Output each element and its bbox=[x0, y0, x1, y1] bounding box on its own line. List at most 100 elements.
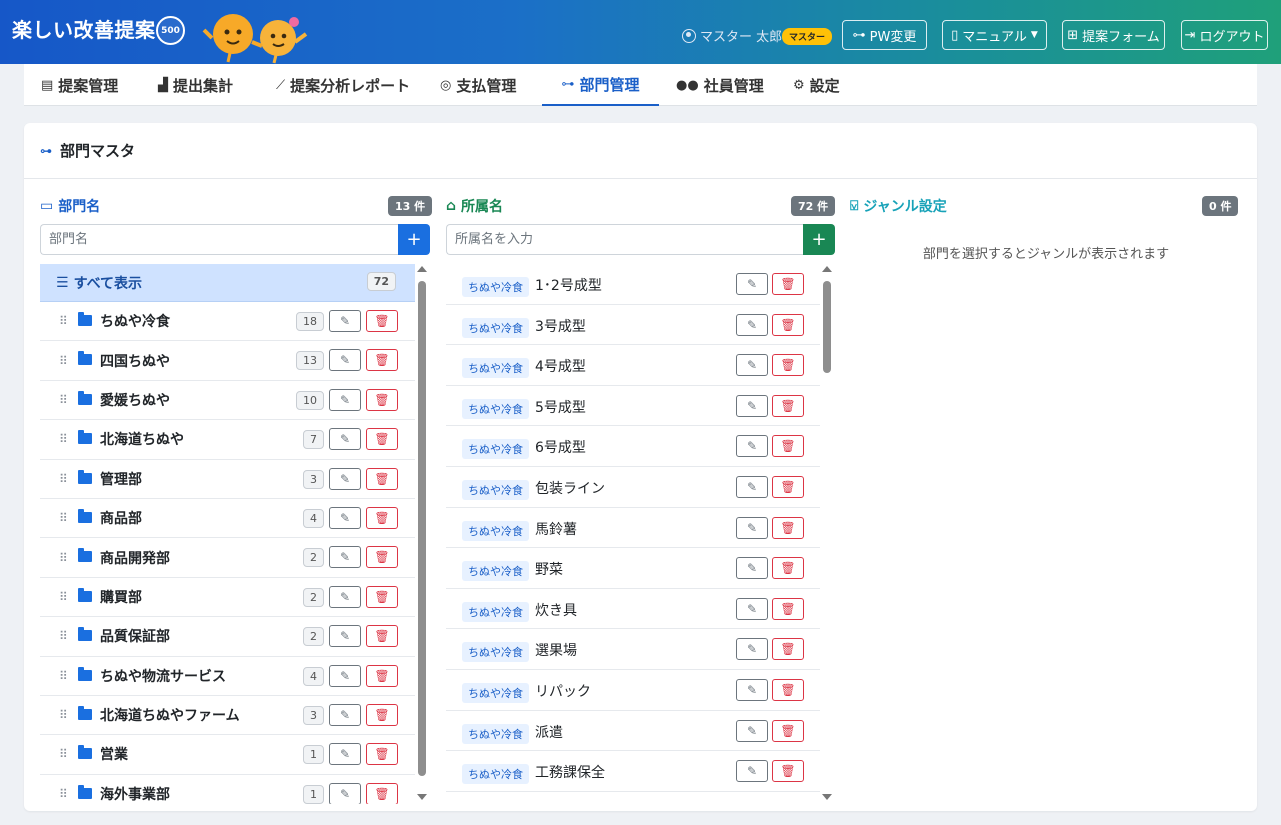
drag-handle-icon[interactable]: ⠿ bbox=[59, 314, 68, 328]
tab-submission-summary[interactable]: ▟ 提出集計 bbox=[158, 64, 233, 106]
drag-handle-icon[interactable]: ⠿ bbox=[59, 590, 68, 604]
edit-affiliation-button[interactable]: ✎ bbox=[736, 354, 768, 377]
delete-department-button[interactable]: 🗑 bbox=[366, 506, 398, 529]
edit-affiliation-button[interactable]: ✎ bbox=[736, 273, 768, 295]
delete-department-button[interactable]: 🗑 bbox=[366, 388, 398, 411]
affiliation-row[interactable]: ちぬや冷食 工務課保全 ✎ 🗑 bbox=[446, 751, 820, 792]
add-department-button[interactable]: + bbox=[398, 224, 430, 255]
affiliation-row[interactable]: ちぬや冷食 5号成型 ✎ 🗑 bbox=[446, 386, 820, 427]
delete-affiliation-button[interactable]: 🗑 bbox=[772, 678, 804, 701]
delete-department-button[interactable]: 🗑 bbox=[366, 703, 398, 726]
department-name-input[interactable] bbox=[40, 224, 398, 255]
edit-affiliation-button[interactable]: ✎ bbox=[736, 638, 768, 661]
department-row[interactable]: ⠿ 北海道ちぬや 7 ✎ 🗑 bbox=[40, 420, 415, 460]
edit-department-button[interactable]: ✎ bbox=[329, 664, 361, 687]
delete-department-button[interactable]: 🗑 bbox=[366, 743, 398, 766]
proposal-form-button[interactable]: ⊞ 提案フォーム bbox=[1062, 20, 1165, 50]
delete-department-button[interactable]: 🗑 bbox=[366, 349, 398, 372]
delete-department-button[interactable]: 🗑 bbox=[366, 664, 398, 687]
edit-affiliation-button[interactable]: ✎ bbox=[736, 719, 768, 742]
drag-handle-icon[interactable]: ⠿ bbox=[59, 472, 68, 486]
department-row[interactable]: ⠿ 商品開発部 2 ✎ 🗑 bbox=[40, 538, 415, 578]
affiliation-row[interactable]: ちぬや冷食 包装ライン ✎ 🗑 bbox=[446, 467, 820, 508]
affiliation-row[interactable]: ちぬや冷食 3号成型 ✎ 🗑 bbox=[446, 305, 820, 346]
edit-affiliation-button[interactable]: ✎ bbox=[736, 516, 768, 539]
edit-department-button[interactable]: ✎ bbox=[329, 782, 361, 804]
edit-department-button[interactable]: ✎ bbox=[329, 546, 361, 569]
edit-affiliation-button[interactable]: ✎ bbox=[736, 597, 768, 620]
department-row[interactable]: ⠿ 北海道ちぬやファーム 3 ✎ 🗑 bbox=[40, 696, 415, 736]
delete-affiliation-button[interactable]: 🗑 bbox=[772, 638, 804, 661]
edit-affiliation-button[interactable]: ✎ bbox=[736, 678, 768, 701]
edit-department-button[interactable]: ✎ bbox=[329, 703, 361, 726]
tab-employee-management[interactable]: ●● 社員管理 bbox=[676, 64, 764, 106]
delete-affiliation-button[interactable]: 🗑 bbox=[772, 313, 804, 336]
edit-department-button[interactable]: ✎ bbox=[329, 625, 361, 648]
edit-department-button[interactable]: ✎ bbox=[329, 388, 361, 411]
drag-handle-icon[interactable]: ⠿ bbox=[59, 551, 68, 565]
pw-change-button[interactable]: ⊶ PW変更 bbox=[842, 20, 927, 50]
tab-settings[interactable]: ⚙ 設定 bbox=[793, 64, 840, 106]
delete-affiliation-button[interactable]: 🗑 bbox=[772, 557, 804, 580]
department-row[interactable]: ⠿ 営業 1 ✎ 🗑 bbox=[40, 735, 415, 775]
add-affiliation-button[interactable]: + bbox=[803, 224, 835, 255]
edit-affiliation-button[interactable]: ✎ bbox=[736, 475, 768, 498]
delete-affiliation-button[interactable]: 🗑 bbox=[772, 435, 804, 458]
logout-button[interactable]: ⇥ ログアウト bbox=[1181, 20, 1268, 50]
tab-payment-management[interactable]: ◎ 支払管理 bbox=[440, 64, 516, 106]
delete-affiliation-button[interactable]: 🗑 bbox=[772, 394, 804, 417]
department-row[interactable]: ⠿ ちぬや冷食 18 ✎ 🗑 bbox=[40, 302, 415, 342]
department-list-scrollbar[interactable] bbox=[416, 264, 428, 804]
delete-affiliation-button[interactable]: 🗑 bbox=[772, 760, 804, 783]
drag-handle-icon[interactable]: ⠿ bbox=[59, 629, 68, 643]
delete-department-button[interactable]: 🗑 bbox=[366, 546, 398, 569]
drag-handle-icon[interactable]: ⠿ bbox=[59, 787, 68, 801]
department-row[interactable]: ⠿ 四国ちぬや 13 ✎ 🗑 bbox=[40, 341, 415, 381]
edit-department-button[interactable]: ✎ bbox=[329, 349, 361, 372]
affiliation-row[interactable]: ちぬや冷食 馬鈴薯 ✎ 🗑 bbox=[446, 508, 820, 549]
drag-handle-icon[interactable]: ⠿ bbox=[59, 393, 68, 407]
drag-handle-icon[interactable]: ⠿ bbox=[59, 432, 68, 446]
scroll-thumb[interactable] bbox=[418, 281, 426, 776]
drag-handle-icon[interactable]: ⠿ bbox=[59, 511, 68, 525]
delete-department-button[interactable]: 🗑 bbox=[366, 428, 398, 451]
delete-department-button[interactable]: 🗑 bbox=[366, 310, 398, 332]
delete-department-button[interactable]: 🗑 bbox=[366, 585, 398, 608]
department-row[interactable]: ⠿ 愛媛ちぬや 10 ✎ 🗑 bbox=[40, 381, 415, 421]
delete-affiliation-button[interactable]: 🗑 bbox=[772, 597, 804, 620]
delete-affiliation-button[interactable]: 🗑 bbox=[772, 719, 804, 742]
edit-department-button[interactable]: ✎ bbox=[329, 310, 361, 332]
edit-affiliation-button[interactable]: ✎ bbox=[736, 760, 768, 783]
tab-analysis-report[interactable]: ⟋ 提案分析レポート bbox=[276, 64, 410, 106]
delete-affiliation-button[interactable]: 🗑 bbox=[772, 475, 804, 498]
drag-handle-icon[interactable]: ⠿ bbox=[59, 708, 68, 722]
scroll-up-arrow[interactable] bbox=[822, 266, 832, 272]
scroll-down-arrow[interactable] bbox=[417, 794, 427, 800]
show-all-departments[interactable]: ☰ すべて表示 72 bbox=[40, 264, 415, 302]
manual-dropdown-button[interactable]: ▯ マニュアル ▼ bbox=[942, 20, 1047, 50]
delete-department-button[interactable]: 🗑 bbox=[366, 782, 398, 804]
delete-affiliation-button[interactable]: 🗑 bbox=[772, 273, 804, 295]
delete-affiliation-button[interactable]: 🗑 bbox=[772, 354, 804, 377]
edit-department-button[interactable]: ✎ bbox=[329, 743, 361, 766]
drag-handle-icon[interactable]: ⠿ bbox=[59, 354, 68, 368]
delete-affiliation-button[interactable]: 🗑 bbox=[772, 516, 804, 539]
affiliation-row[interactable]: ちぬや冷食 4号成型 ✎ 🗑 bbox=[446, 345, 820, 386]
drag-handle-icon[interactable]: ⠿ bbox=[59, 747, 68, 761]
department-row[interactable]: ⠿ 海外事業部 1 ✎ 🗑 bbox=[40, 775, 415, 804]
edit-department-button[interactable]: ✎ bbox=[329, 585, 361, 608]
edit-affiliation-button[interactable]: ✎ bbox=[736, 313, 768, 336]
affiliation-row[interactable]: ちぬや冷食 派遣 ✎ 🗑 bbox=[446, 711, 820, 752]
scroll-up-arrow[interactable] bbox=[417, 266, 427, 272]
edit-department-button[interactable]: ✎ bbox=[329, 428, 361, 451]
edit-department-button[interactable]: ✎ bbox=[329, 506, 361, 529]
edit-affiliation-button[interactable]: ✎ bbox=[736, 557, 768, 580]
department-row[interactable]: ⠿ 商品部 4 ✎ 🗑 bbox=[40, 499, 415, 539]
affiliation-row[interactable]: ちぬや冷食 野菜 ✎ 🗑 bbox=[446, 548, 820, 589]
affiliation-row[interactable]: ちぬや冷食 1･2号成型 ✎ 🗑 bbox=[446, 264, 820, 305]
tab-proposal-management[interactable]: ▤ 提案管理 bbox=[41, 64, 118, 106]
drag-handle-icon[interactable]: ⠿ bbox=[59, 669, 68, 683]
affiliation-row[interactable]: ちぬや冷食 6号成型 ✎ 🗑 bbox=[446, 426, 820, 467]
department-row[interactable]: ⠿ 購買部 2 ✎ 🗑 bbox=[40, 578, 415, 618]
affiliation-row[interactable]: ちぬや冷食 選果場 ✎ 🗑 bbox=[446, 629, 820, 670]
